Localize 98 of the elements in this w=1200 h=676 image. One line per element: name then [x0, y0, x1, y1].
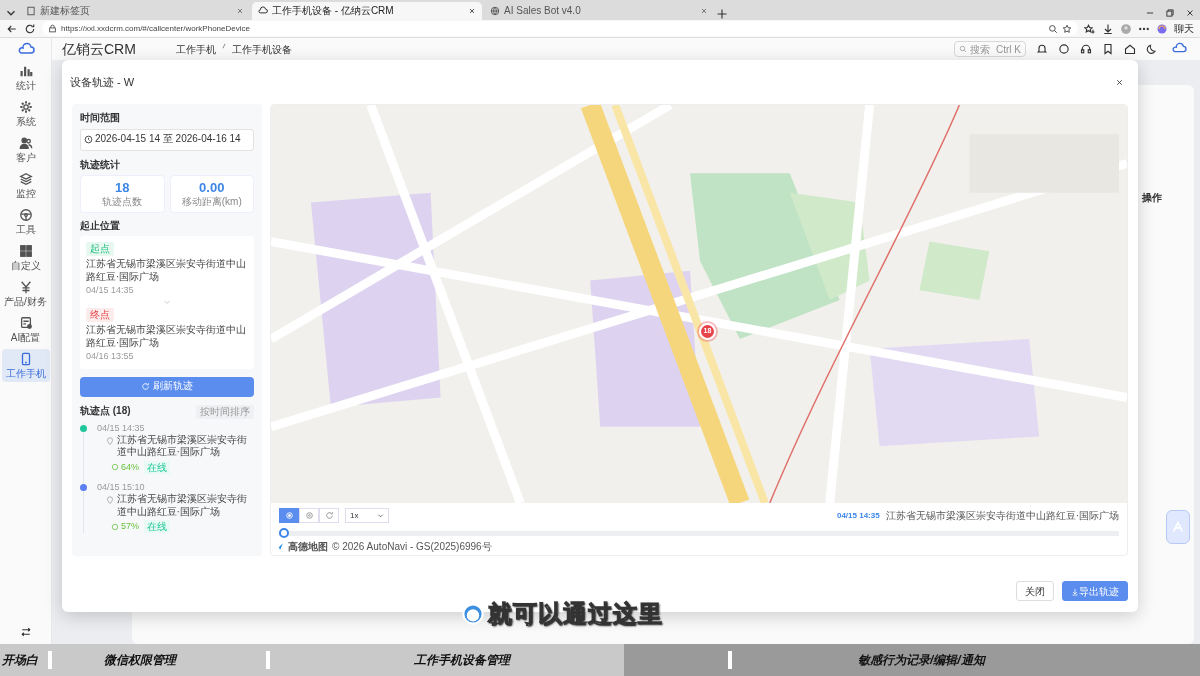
close-icon[interactable]: [1185, 7, 1195, 18]
section-label: 起止位置: [80, 219, 121, 233]
browser-tab[interactable]: AI Sales Bot v4.0: [484, 2, 714, 20]
address-text: 江苏省无锡市梁溪区崇安寺街道中山路红豆·国际广场: [116, 433, 248, 459]
section-label: 轨迹点 (18): [80, 405, 131, 418]
sidebar-item[interactable]: 工作手机: [1, 349, 50, 382]
search-icon: [959, 45, 967, 53]
chart-icon: [18, 64, 33, 78]
copyright-text: © 2026 AutoNavi - GS(2025)6996号: [332, 540, 492, 554]
cloud-icon: [258, 6, 268, 16]
current-time: 04/15 14:35: [836, 509, 880, 522]
current-address: 江苏省无锡市梁溪区崇安寺街道中山路红豆·国际广场: [885, 509, 1119, 524]
close-icon[interactable]: [468, 7, 476, 15]
stat-value: 18: [114, 180, 131, 196]
battery-reading: 64%: [111, 461, 139, 473]
refresh-icon: [324, 511, 334, 521]
location-tag: 终点: [86, 308, 114, 323]
time-text: 04/15 15:10: [97, 481, 145, 493]
stat-label: 轨迹点数: [101, 195, 144, 209]
grid-icon: [18, 244, 33, 258]
chapter-label[interactable]: 工作手机设备管理: [414, 651, 510, 669]
date-range-field[interactable]: 2026-04-15 14 至 2026-04-16 14: [80, 128, 254, 151]
collapse-icon[interactable]: [19, 626, 32, 638]
battery-reading: 57%: [111, 520, 139, 533]
map-control-button[interactable]: [279, 508, 299, 524]
sidebar-item[interactable]: 工具: [1, 205, 50, 238]
lock-icon: [48, 24, 57, 33]
address-text: 江苏省无锡市梁溪区崇安寺街道中山路红豆·国际广场: [86, 258, 247, 284]
map-provider: 高德地图: [288, 540, 328, 554]
clock-icon: [84, 135, 93, 144]
sidebar-item[interactable]: 系统: [1, 97, 50, 130]
chapter-label[interactable]: 开场白: [2, 651, 38, 669]
sidebar-item[interactable]: 产品/财务: [1, 277, 50, 310]
refresh-icon[interactable]: [24, 22, 36, 35]
browser-tab[interactable]: 新建标签页: [20, 2, 250, 20]
moon-icon[interactable]: [1146, 43, 1158, 55]
close-icon[interactable]: [1115, 77, 1124, 87]
status-tag: 在线: [144, 460, 170, 474]
sidebar-item[interactable]: 统计: [1, 61, 50, 94]
yen-icon: [18, 280, 33, 294]
time-text: 04/16 13:55: [86, 351, 135, 363]
breadcrumb-separator-icon: [220, 41, 227, 50]
restore-icon[interactable]: [1165, 7, 1175, 18]
speed-select[interactable]: 1x: [345, 508, 389, 524]
breadcrumb-item[interactable]: 工作手机设备: [231, 41, 292, 57]
download-icon[interactable]: [1102, 22, 1114, 35]
headset-icon[interactable]: [1080, 43, 1092, 55]
target-icon: [304, 511, 314, 521]
pin-icon: [106, 496, 114, 505]
home-icon[interactable]: [1124, 43, 1136, 55]
column-header: 操作: [1142, 191, 1162, 205]
sidebar-item[interactable]: AI配置: [1, 313, 50, 346]
battery-icon: [111, 463, 119, 472]
bell-icon[interactable]: [1036, 43, 1048, 55]
wheel-icon: [18, 208, 33, 222]
chapter-label[interactable]: 微信权限管理: [104, 651, 176, 669]
refresh-icon: [141, 382, 150, 392]
sidebar-item[interactable]: 客户: [1, 133, 50, 166]
breadcrumb-item[interactable]: 工作手机: [175, 41, 216, 57]
zoom-icon[interactable]: [1048, 23, 1058, 34]
address-bar[interactable]: https://xxl.xxdcrm.com/#/callcenter/workPhoneDevice: [42, 21, 1078, 36]
address-text: 江苏省无锡市梁溪区崇安寺街道中山路红豆·国际广场: [116, 493, 248, 519]
sidebar-item[interactable]: 自定义: [1, 241, 50, 274]
stat-label: 移动距离(km): [180, 195, 243, 209]
users-icon: [18, 136, 33, 150]
pin-icon: [106, 436, 114, 445]
subtitle-text: 就可以通过这里: [488, 602, 663, 626]
globe-icon: [490, 6, 500, 16]
sidebar-item[interactable]: 监控: [1, 169, 50, 202]
download-icon: [1071, 587, 1079, 596]
bookmark-icon[interactable]: [1102, 43, 1114, 55]
play-icon: [284, 511, 294, 521]
battery-icon: [111, 522, 119, 531]
brand-name: 亿销云CRM: [62, 42, 136, 56]
chevron-down-icon: [163, 298, 171, 307]
page-icon: [26, 6, 36, 16]
star-icon[interactable]: [1062, 23, 1072, 34]
chat-label[interactable]: 聊天: [1174, 21, 1194, 36]
time-text: 04/15 14:35: [86, 285, 135, 297]
layers-icon: [18, 172, 33, 186]
dialog-title: 设备轨迹 - W: [70, 74, 135, 90]
close-button[interactable]: 关闭: [1016, 581, 1054, 601]
section-label: 轨迹统计: [80, 158, 121, 171]
browser-tab[interactable]: 工作手机设备 - 亿纳云CRM: [252, 2, 482, 20]
chevron-down-icon: [377, 512, 384, 520]
section-label: 时间范围: [80, 112, 121, 125]
gear-icon: [18, 100, 33, 114]
copilot-icon[interactable]: [1156, 22, 1168, 35]
chapter-label[interactable]: 敏感行为记录/编辑/通知: [858, 651, 985, 669]
status-tag: 在线: [144, 520, 170, 534]
favorites-icon[interactable]: [1084, 22, 1096, 35]
slider-thumb[interactable]: [279, 528, 289, 539]
new-tab-icon[interactable]: [716, 8, 728, 20]
address-text: 江苏省无锡市梁溪区崇安寺街道中山路红豆·国际广场: [86, 324, 247, 350]
timeline-slider[interactable]: [279, 528, 1119, 538]
time-text: 04/15 14:35: [97, 422, 145, 434]
location-tag: 起点: [86, 242, 114, 257]
stat-value: 0.00: [198, 180, 226, 196]
